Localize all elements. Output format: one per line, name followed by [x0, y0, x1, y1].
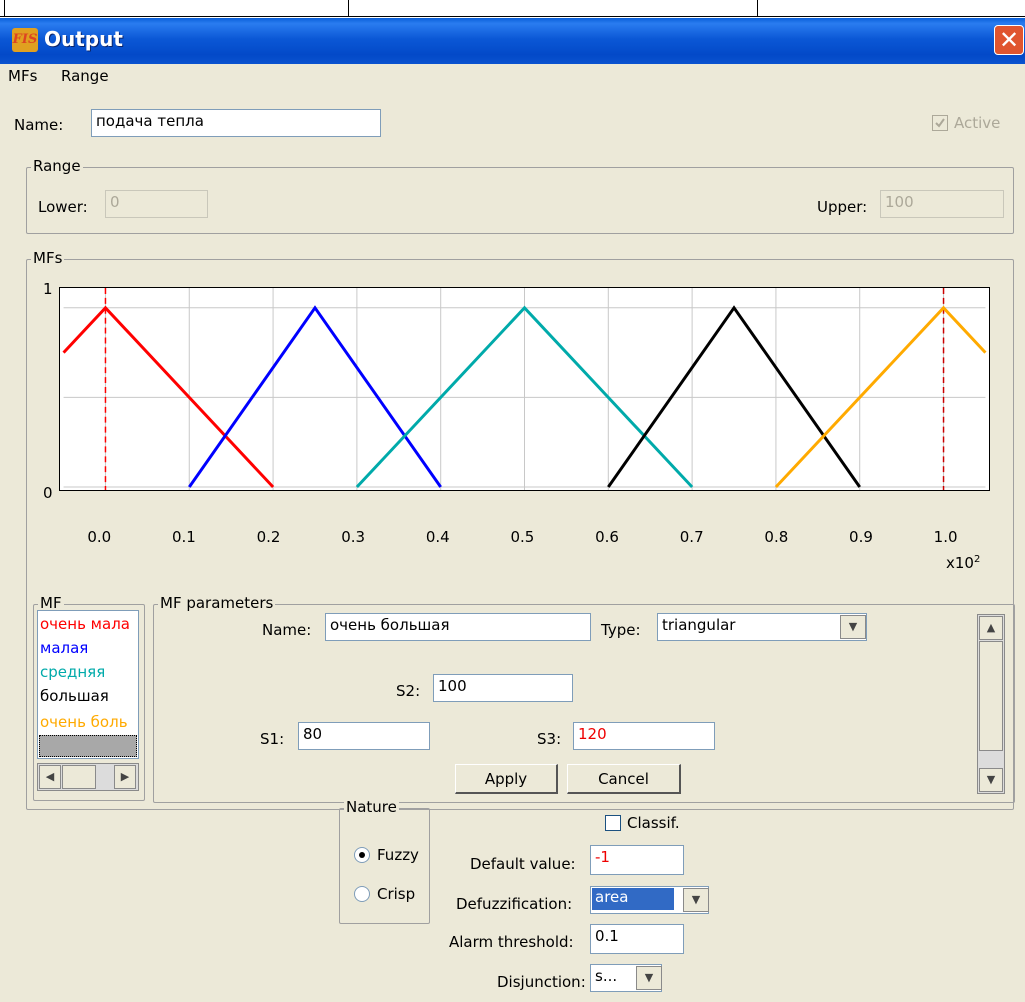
nature-group: Nature	[339, 798, 430, 924]
mf-list-hscrollbar[interactable]: ◀ ▶	[37, 763, 139, 791]
mfs-legend: MFs	[31, 249, 65, 267]
upper-input[interactable]: 100	[880, 190, 1004, 218]
scroll-thumb[interactable]	[62, 765, 96, 789]
x-tick-label: 0.0	[87, 528, 112, 546]
mf-type-value: triangular	[662, 616, 736, 634]
alarm-threshold-label: Alarm threshold:	[449, 933, 574, 951]
fuzzy-label: Fuzzy	[377, 846, 419, 864]
mf-name-input[interactable]: очень большая	[325, 613, 591, 641]
menu-mfs[interactable]: MFs	[8, 67, 37, 85]
mf-list-item[interactable]: очень мала	[40, 615, 130, 633]
menu-bar: MFs Range	[0, 64, 1025, 88]
defuzzification-label: Defuzzification:	[456, 895, 573, 913]
mf-list-item[interactable]: большая	[40, 687, 109, 705]
x-tick-label: 0.5	[510, 528, 535, 546]
lower-label: Lower:	[38, 198, 88, 216]
disjunction-value: s...	[595, 967, 618, 985]
x-tick-label: 0.8	[764, 528, 789, 546]
y-tick-1: 1	[43, 280, 53, 298]
mf-params-legend: MF parameters	[158, 594, 276, 612]
close-icon[interactable]: ✕	[994, 25, 1024, 55]
mf-list-item[interactable]: средняя	[40, 663, 105, 681]
nature-legend: Nature	[344, 798, 399, 816]
scroll-right-icon[interactable]: ▶	[114, 765, 136, 789]
crisp-label: Crisp	[377, 885, 416, 903]
cancel-button[interactable]: Cancel	[567, 764, 681, 794]
s1-label: S1:	[260, 730, 285, 748]
s1-input[interactable]: 80	[298, 722, 430, 750]
fuzzy-radio[interactable]	[354, 847, 370, 863]
x-tick-label: 0.2	[256, 528, 281, 546]
disjunction-label: Disjunction:	[497, 973, 586, 991]
fis-icon: FIS	[12, 28, 38, 52]
x-tick-label: 0.7	[679, 528, 704, 546]
scroll-down-icon[interactable]: ▼	[979, 768, 1003, 792]
y-tick-0: 0	[43, 484, 53, 502]
alarm-threshold-input[interactable]: 0.1	[590, 924, 684, 954]
classif-checkbox[interactable]	[605, 815, 621, 831]
default-value-input[interactable]: -1	[590, 845, 684, 875]
window-title: Output	[44, 27, 123, 51]
x-tick-label: 0.3	[341, 528, 366, 546]
vscroll-thumb[interactable]	[979, 641, 1003, 751]
upper-label: Upper:	[817, 198, 868, 216]
output-name-input[interactable]: подача тепла	[91, 109, 381, 137]
params-vscrollbar[interactable]: ▲ ▼	[977, 614, 1005, 794]
scroll-left-icon[interactable]: ◀	[39, 765, 61, 789]
scroll-up-icon[interactable]: ▲	[979, 616, 1003, 640]
active-label: Active	[954, 114, 1001, 132]
mf-name-label: Name:	[262, 621, 312, 639]
x-tick-label: 0.9	[849, 528, 873, 546]
mf-selection-highlight	[39, 735, 137, 757]
lower-input[interactable]: 0	[105, 190, 208, 218]
mf-type-label: Type:	[601, 621, 641, 639]
mf-type-select[interactable]: triangular	[657, 613, 867, 641]
range-legend: Range	[31, 157, 83, 175]
x-tick-label: 0.1	[171, 528, 196, 546]
menu-range[interactable]: Range	[61, 67, 109, 85]
apply-button[interactable]: Apply	[455, 764, 558, 794]
x-multiplier: x102	[946, 554, 981, 572]
output-window: FIS Output ✕ MFs Range Name: подача тепл…	[0, 18, 1025, 1002]
chevron-down-icon[interactable]: ▼	[840, 615, 866, 639]
mf-list-item[interactable]: малая	[40, 639, 88, 657]
x-tick-label: 0.6	[595, 528, 619, 546]
s2-input[interactable]: 100	[433, 674, 573, 702]
document-table-border	[0, 0, 1025, 18]
classif-label: Classif.	[627, 814, 680, 832]
mf-plot[interactable]	[59, 287, 990, 491]
s3-input[interactable]: 120	[573, 722, 715, 750]
mf-listbox[interactable]: очень мала малая средняя большая очень б…	[37, 610, 139, 759]
chevron-down-icon[interactable]: ▼	[636, 966, 662, 990]
x-tick-label: 0.4	[425, 528, 450, 546]
active-checkbox[interactable]	[932, 115, 948, 131]
s2-label: S2:	[396, 682, 421, 700]
x-tick-label: 1.0	[933, 528, 958, 546]
name-label: Name:	[14, 116, 64, 134]
chevron-down-icon[interactable]: ▼	[683, 888, 709, 912]
s3-label: S3:	[537, 730, 562, 748]
mf-list-item[interactable]: очень боль	[40, 713, 128, 731]
crisp-radio[interactable]	[354, 886, 370, 902]
title-bar[interactable]: FIS Output ✕	[0, 18, 1025, 64]
defuzzification-value: area	[592, 888, 674, 910]
default-value-label: Default value:	[470, 855, 576, 873]
